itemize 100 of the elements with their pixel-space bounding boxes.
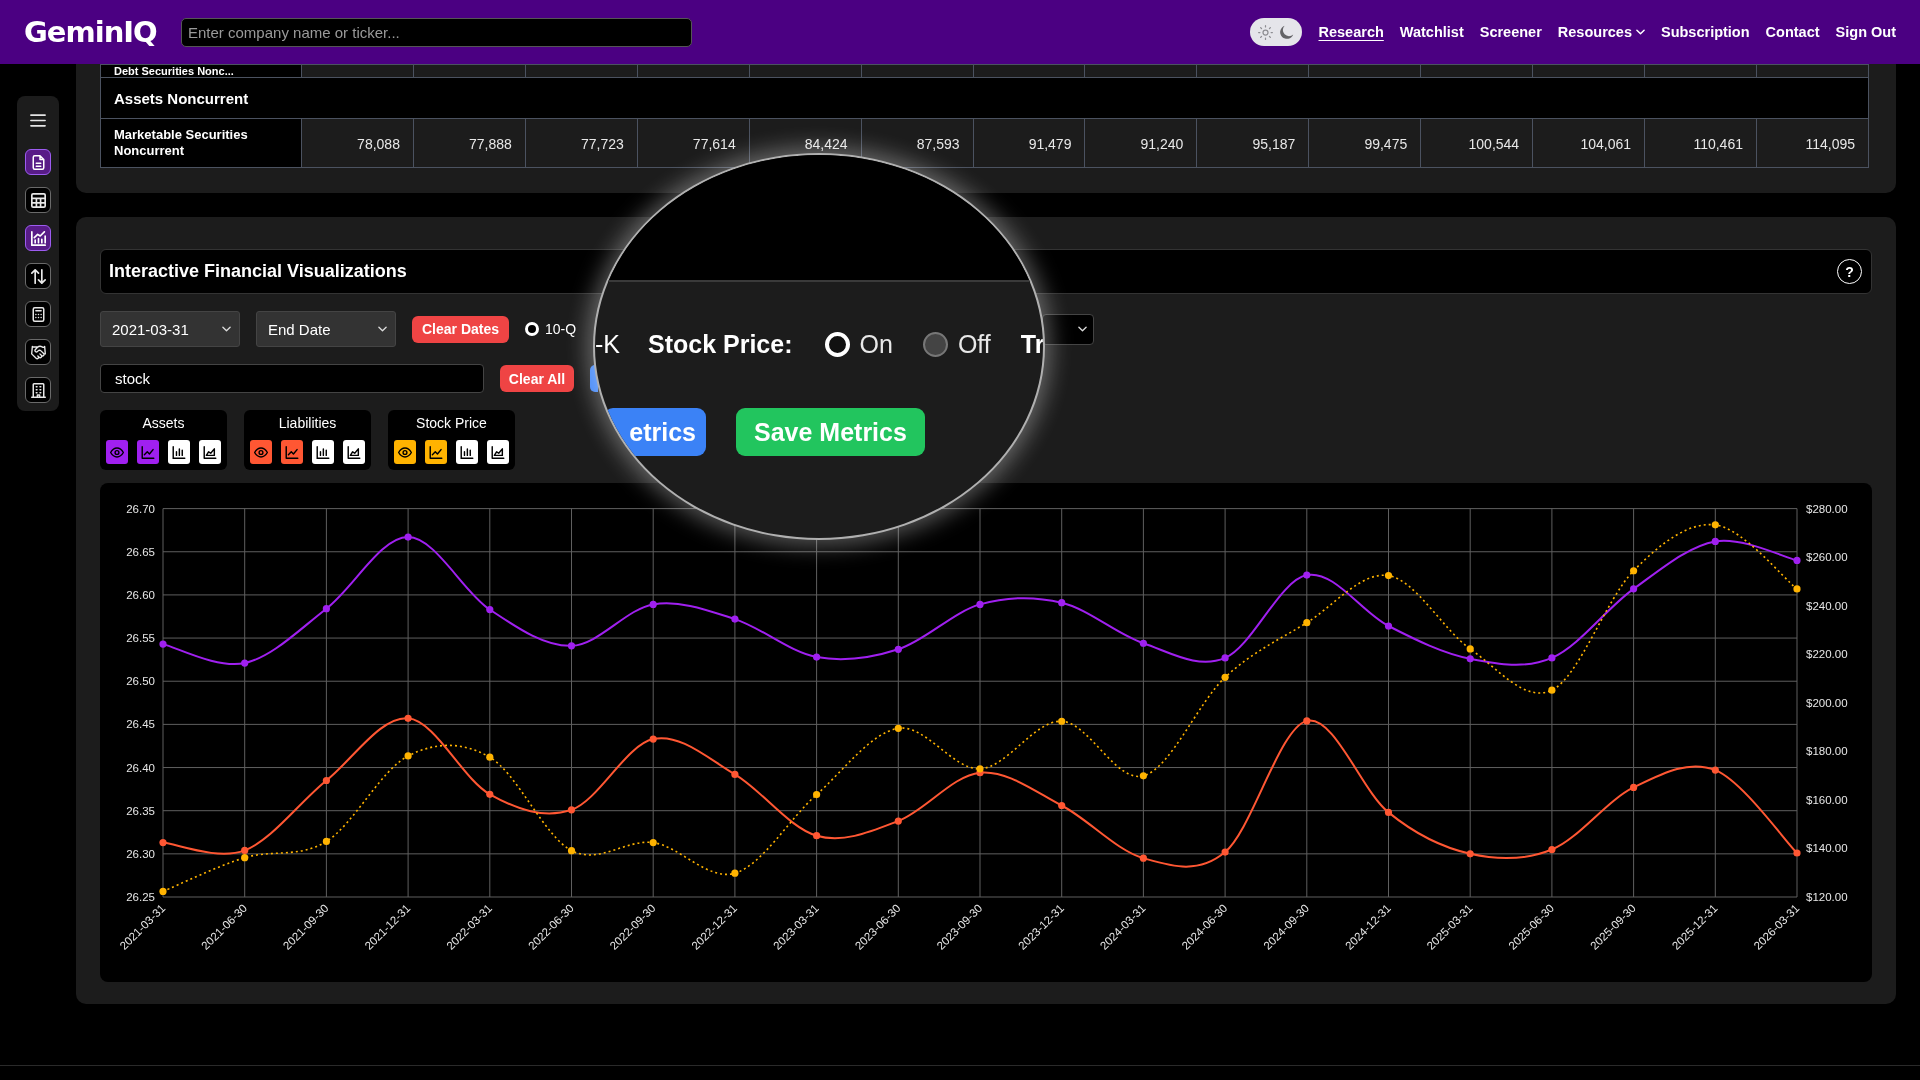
data-point — [1221, 848, 1229, 856]
chart-toggle-button[interactable] — [456, 440, 478, 464]
data-point — [1548, 845, 1556, 854]
data-point — [1058, 599, 1066, 607]
price-axis-label: $180.00 — [1806, 745, 1848, 758]
line-chart-icon — [285, 445, 299, 459]
table-value: 77,888 — [469, 137, 512, 152]
data-point — [322, 605, 330, 613]
data-point — [1303, 619, 1311, 627]
data-point — [649, 600, 657, 608]
table-value: 91,479 — [1028, 137, 1072, 152]
metric-name: Liabilities — [278, 415, 337, 432]
chart-toggle-button[interactable] — [487, 440, 509, 464]
table-value: 78,088 — [357, 137, 400, 152]
data-point — [976, 600, 984, 608]
chart-toggle-button[interactable] — [250, 440, 272, 464]
data-point — [1630, 585, 1638, 593]
data-point — [1630, 567, 1638, 575]
chart-toggle-button[interactable] — [281, 440, 303, 464]
radio-label: On — [859, 329, 893, 359]
chart-toggle-button[interactable] — [168, 440, 190, 464]
nav-link[interactable]: Screener — [1479, 24, 1542, 40]
data-point — [1548, 654, 1556, 662]
data-point — [1303, 571, 1311, 579]
start-date-select[interactable]: 2021-03-31 — [100, 311, 240, 347]
sidebar-button[interactable] — [25, 301, 51, 327]
table-value: 110,461 — [1693, 137, 1743, 152]
sidebar-button[interactable] — [25, 339, 51, 365]
nav-link[interactable]: Contact — [1765, 24, 1820, 40]
search-field[interactable]: Enter company name or ticker... — [181, 17, 692, 47]
chart-toggle-button[interactable] — [137, 440, 159, 464]
data-point — [1793, 849, 1801, 857]
dropdown-field[interactable] — [1042, 313, 1095, 345]
document-icon — [30, 154, 46, 170]
data-point — [1466, 645, 1474, 653]
sidebar-button[interactable] — [25, 149, 51, 175]
nav-link[interactable]: Research — [1318, 24, 1384, 40]
sidebar-button[interactable] — [25, 377, 51, 403]
caret-icon — [1078, 326, 1088, 332]
theme-toggle[interactable] — [1249, 18, 1302, 46]
eye-icon — [110, 445, 124, 459]
metric-name: Assets — [142, 415, 185, 432]
sidebar-button[interactable] — [25, 225, 51, 251]
data-point — [159, 887, 167, 895]
chevron-down-icon — [1635, 29, 1645, 35]
y-axis-label: 26.60 — [126, 588, 155, 601]
chart-icon — [30, 230, 46, 246]
table-value: 114,095 — [1805, 137, 1855, 152]
help-button[interactable]: ? — [1837, 259, 1862, 284]
nav-menu-link[interactable]: Resources — [1557, 24, 1645, 40]
area-chart-icon — [491, 445, 505, 459]
y-axis-label: 26.30 — [126, 847, 155, 860]
radio-button[interactable] — [922, 331, 948, 357]
data-point — [159, 839, 167, 847]
bar-chart-icon — [460, 445, 474, 459]
chart-toggle-button[interactable] — [394, 440, 416, 464]
clear-dates-button[interactable]: Clear Dates — [412, 315, 509, 343]
caret-icon — [378, 326, 387, 332]
table-value: 77,723 — [580, 137, 624, 152]
chart-toggle-button[interactable] — [106, 440, 128, 464]
clear-all-button[interactable]: Clear All — [500, 365, 574, 392]
radio-label: 10-Q — [545, 321, 577, 337]
nav-link[interactable]: Watchlist — [1399, 24, 1464, 40]
data-point — [731, 869, 739, 877]
price-axis-label: $200.00 — [1806, 696, 1848, 709]
menu-icon — [30, 114, 46, 127]
data-point — [404, 533, 412, 541]
nav-link[interactable]: Sign Out — [1835, 24, 1896, 40]
sidebar-button[interactable] — [25, 263, 51, 289]
area-chart-icon — [203, 445, 217, 459]
data-point — [649, 735, 657, 743]
area-chart-icon — [347, 445, 361, 459]
chart-toggle-button[interactable] — [343, 440, 365, 464]
sidebar-button[interactable] — [25, 187, 51, 213]
metric-search-field[interactable]: stock — [100, 364, 484, 393]
data-point — [894, 724, 902, 732]
table-value: 84,424 — [804, 137, 848, 152]
chart-toggle-button[interactable] — [312, 440, 334, 464]
data-point — [486, 753, 494, 761]
menu-button[interactable] — [30, 114, 46, 127]
price-axis-label: $220.00 — [1806, 648, 1848, 661]
handshake-icon — [30, 344, 46, 360]
data-point — [567, 642, 576, 650]
table-value: 104,061 — [1580, 137, 1632, 152]
row-label: Debt Securities Nonc... — [100, 64, 302, 78]
chart-toggle-button[interactable] — [199, 440, 221, 464]
table-icon — [30, 192, 46, 208]
moon-icon — [1278, 24, 1294, 40]
nav-link[interactable]: Subscription — [1660, 24, 1750, 40]
table-value: 100,544 — [1468, 137, 1520, 152]
data-point — [1058, 801, 1066, 810]
calculator-icon — [30, 306, 46, 322]
end-date-select[interactable]: End Date — [256, 311, 396, 347]
data-point — [1711, 521, 1719, 529]
brand-logo[interactable]: GeminIQ — [24, 15, 181, 49]
data-point — [813, 790, 821, 799]
chart-toggle-button[interactable] — [425, 440, 447, 464]
bar-chart-icon — [172, 445, 186, 459]
data-point — [649, 839, 657, 847]
table-value: 95,187 — [1252, 137, 1296, 152]
